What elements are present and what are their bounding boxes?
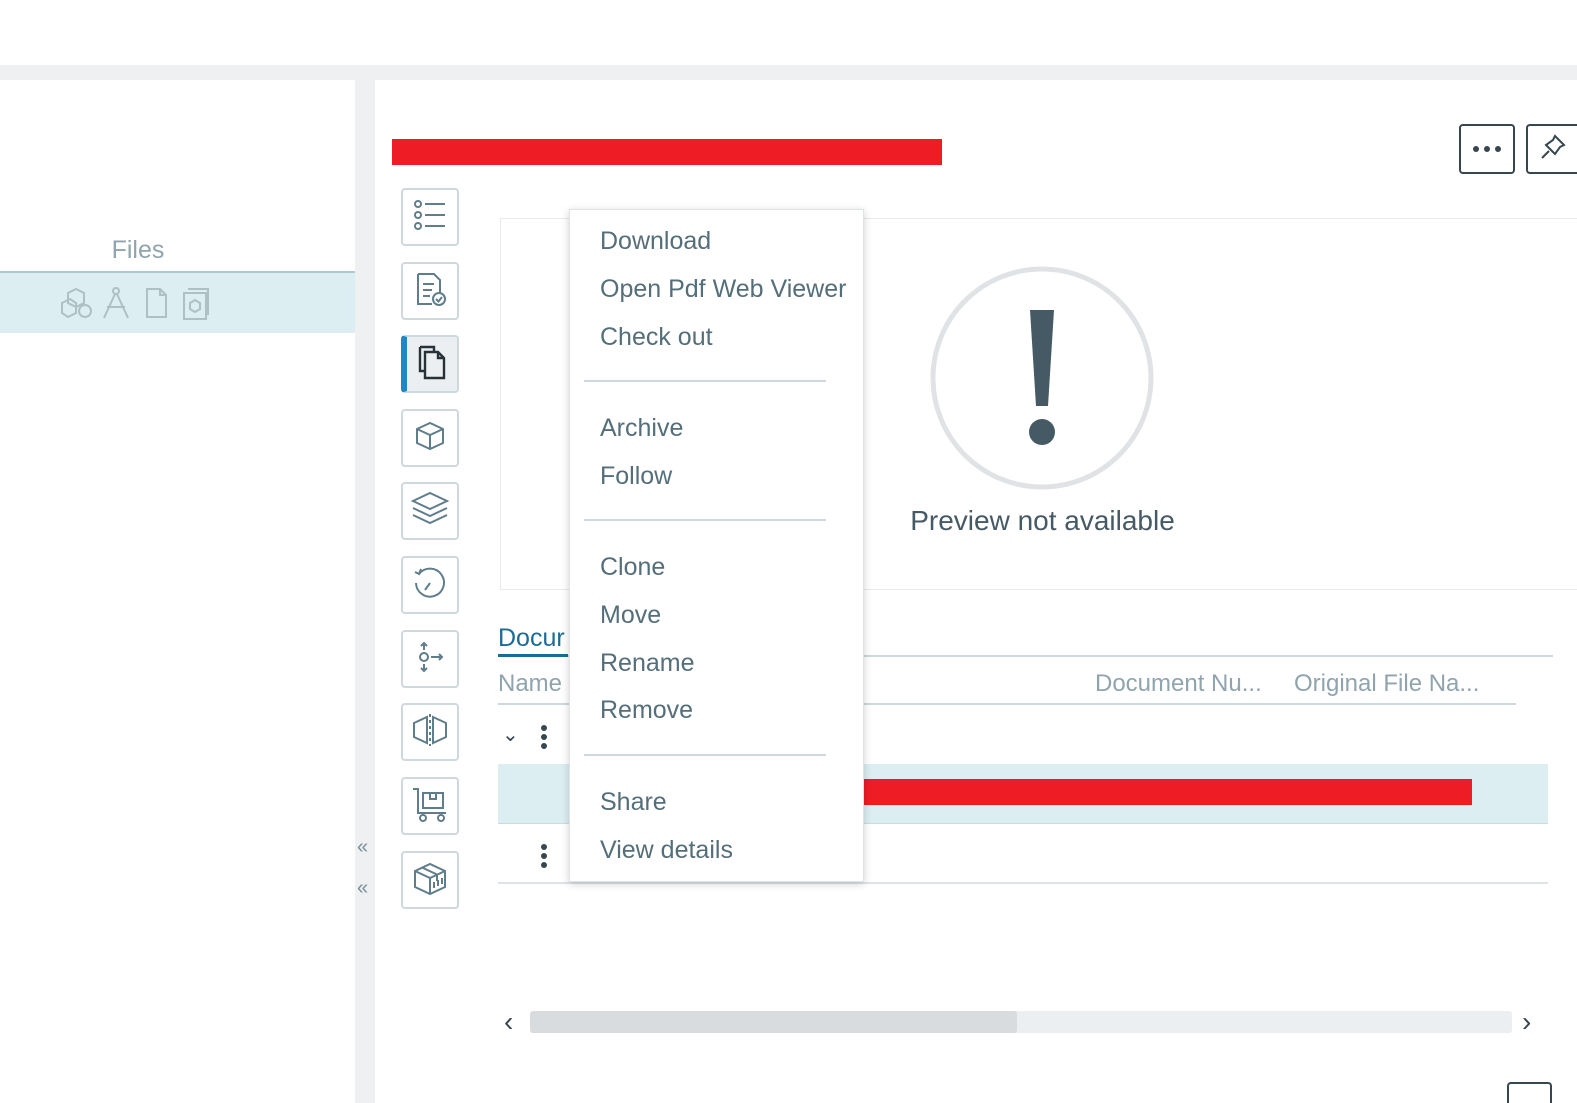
redacted-title [392, 139, 942, 165]
column-header-original-file-name[interactable]: Original File Na... [1294, 670, 1479, 698]
menu-item-move[interactable]: Move [600, 601, 661, 630]
menu-item-archive[interactable]: Archive [600, 414, 683, 443]
document-check-icon [412, 271, 448, 312]
menu-separator [584, 754, 826, 756]
preview-message: Preview not available [910, 505, 1175, 536]
layers-icon [410, 489, 450, 534]
file-cube-icon [178, 285, 214, 321]
menu-item-rename[interactable]: Rename [600, 649, 695, 678]
menu-item-share[interactable]: Share [600, 788, 667, 817]
files-tab-button[interactable] [401, 335, 459, 393]
scroll-left-icon[interactable]: ‹ [504, 1006, 513, 1038]
menu-item-clone[interactable]: Clone [600, 553, 665, 582]
menu-separator [584, 519, 826, 521]
files-panel-title: Files [111, 236, 165, 264]
history-icon [411, 564, 449, 607]
procurement-tab-button[interactable] [401, 777, 459, 835]
row-menu-icon[interactable] [541, 844, 547, 871]
package-icon [411, 859, 449, 902]
compass-icon [98, 285, 134, 321]
workflow-icon [412, 639, 448, 680]
workflow-tab-button[interactable] [401, 630, 459, 688]
more-actions-button[interactable] [1459, 124, 1515, 174]
structure-tab-button[interactable] [401, 482, 459, 540]
menu-item-download[interactable]: Download [600, 227, 711, 256]
menu-item-view-details[interactable]: View details [600, 836, 733, 865]
menu-separator [584, 380, 826, 382]
warning-icon [930, 266, 1154, 495]
files-panel [0, 80, 355, 1103]
top-strip [0, 65, 1577, 80]
cube-c-icon [58, 285, 94, 321]
menu-item-open-pdf-web-viewer[interactable]: Open Pdf Web Viewer [600, 275, 846, 304]
file-icon [138, 285, 174, 321]
files-icon [414, 344, 450, 385]
column-header-document-number[interactable]: Document Nu... [1095, 670, 1262, 698]
details-tab-button[interactable] [401, 188, 459, 246]
row-menu-icon[interactable] [541, 725, 547, 752]
parts-tab-button[interactable] [401, 409, 459, 467]
context-menu: Download Open Pdf Web Viewer Check out A… [569, 209, 864, 882]
tab-active-indicator [498, 654, 568, 657]
menu-item-check-out[interactable]: Check out [600, 323, 713, 352]
approvals-tab-button[interactable] [401, 262, 459, 320]
files-row[interactable] [0, 271, 355, 333]
package-tab-button[interactable] [401, 851, 459, 909]
list-icon [412, 197, 448, 238]
configuration-tab-button[interactable] [401, 703, 459, 761]
tab-documents[interactable]: Docur [498, 624, 565, 653]
cube-icon [412, 418, 448, 459]
redacted-row-value [846, 779, 1472, 805]
pin-icon [1538, 132, 1568, 167]
collapse-panel-icon[interactable]: « [357, 837, 368, 857]
panel-gutter [355, 80, 375, 1103]
scroll-right-icon[interactable]: › [1522, 1006, 1531, 1038]
scrollbar-thumb[interactable] [530, 1011, 1017, 1033]
row-divider [498, 882, 1548, 884]
history-tab-button[interactable] [401, 556, 459, 614]
menu-item-follow[interactable]: Follow [600, 462, 672, 491]
fullscreen-button[interactable] [1507, 1082, 1552, 1103]
menu-item-remove[interactable]: Remove [600, 696, 693, 725]
pin-button[interactable] [1526, 124, 1577, 174]
column-header-name[interactable]: Name [498, 670, 562, 698]
expand-chevron-icon[interactable]: ⌄ [502, 722, 519, 747]
split-cube-icon [410, 711, 450, 754]
more-icon [1472, 140, 1502, 158]
cart-icon [410, 785, 450, 828]
collapse-sidebar-icon[interactable]: « [357, 878, 368, 898]
